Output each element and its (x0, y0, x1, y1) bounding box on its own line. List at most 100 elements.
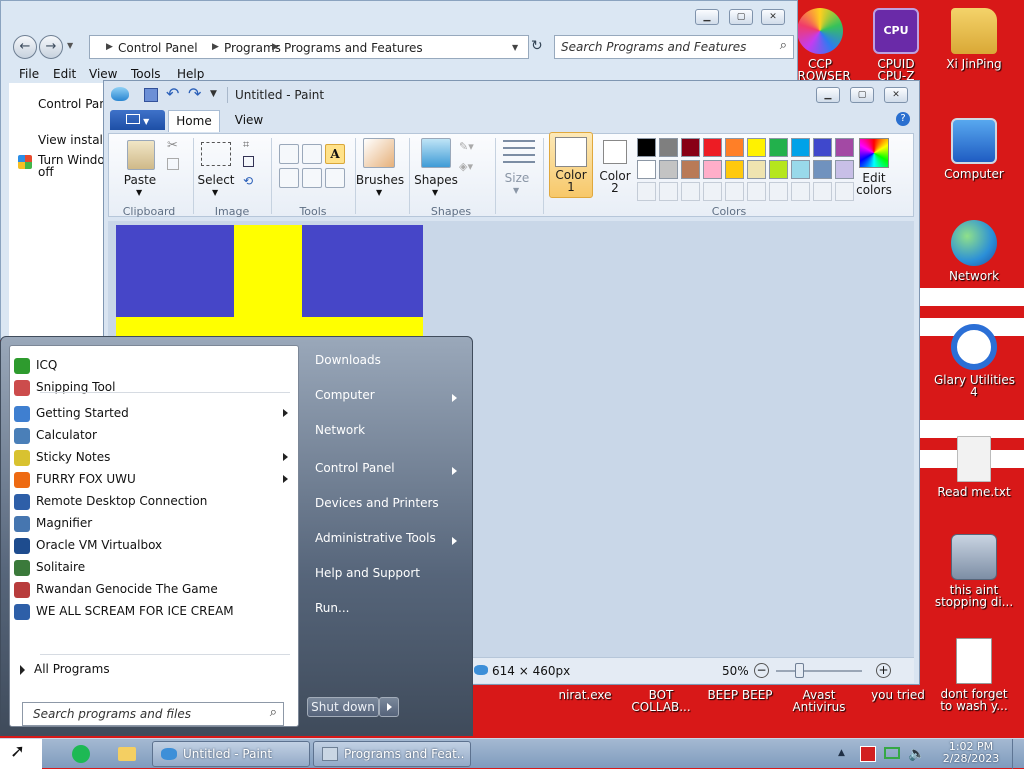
paint-app-icon[interactable] (111, 87, 129, 101)
action-center-flag-icon[interactable] (860, 746, 876, 762)
file-explorer-icon[interactable] (118, 747, 136, 761)
rotate-icon[interactable]: ⟲ (243, 174, 253, 188)
maximize-button[interactable]: ▢ (729, 9, 753, 25)
desktop-label-bot-collab[interactable]: BOT COLLAB... (619, 689, 703, 713)
network-icon[interactable] (884, 747, 900, 759)
custom-color-slot[interactable] (769, 182, 788, 201)
start-program-item[interactable]: FURRY FOX UWU (10, 468, 298, 490)
paste-button[interactable]: Paste (117, 174, 163, 186)
chevron-down-icon[interactable]: ▼ (136, 188, 142, 197)
chevron-right-icon[interactable] (283, 475, 288, 483)
chevron-down-icon[interactable]: ▼ (513, 186, 519, 195)
tab-view[interactable]: View (228, 110, 270, 132)
save-icon[interactable] (144, 88, 158, 102)
taskbar-button-paint[interactable]: Untitled - Paint (152, 741, 310, 767)
zoom-slider-thumb[interactable] (795, 663, 804, 678)
color-swatch[interactable] (725, 138, 744, 157)
color-swatch[interactable] (813, 160, 832, 179)
window-titlebar[interactable]: ▁ ▢ ✕ (1, 1, 797, 33)
color-swatch[interactable] (813, 138, 832, 157)
redo-icon[interactable]: ↷ (188, 84, 201, 103)
zoom-out-button[interactable]: − (754, 663, 769, 678)
start-place-item[interactable]: Administrative Tools (315, 531, 465, 555)
custom-color-slot[interactable] (703, 182, 722, 201)
zoom-in-button[interactable]: + (876, 663, 891, 678)
start-program-item[interactable]: Magnifier (10, 512, 298, 534)
chevron-right-icon[interactable] (452, 537, 457, 545)
color-swatch[interactable] (769, 160, 788, 179)
start-program-item[interactable]: WE ALL SCREAM FOR ICE CREAM (10, 600, 298, 622)
crop-icon[interactable]: ⌗ (243, 138, 249, 152)
zoom-slider-track[interactable] (776, 670, 862, 672)
start-program-item[interactable]: ICQ (10, 354, 298, 376)
color-swatch[interactable] (703, 138, 722, 157)
color-swatch[interactable] (791, 138, 810, 157)
breadcrumb-programs-and-features[interactable]: Programs and Features (284, 41, 423, 55)
start-program-item[interactable]: Sticky Notes (10, 446, 298, 468)
edit-colors-icon[interactable] (859, 138, 889, 168)
shapes-button[interactable]: Shapes (411, 174, 461, 186)
start-place-item[interactable]: Downloads (315, 353, 465, 377)
close-button[interactable]: ✕ (884, 87, 908, 103)
start-place-item[interactable]: Devices and Printers (315, 496, 465, 520)
color-swatch[interactable] (769, 138, 788, 157)
copy-icon[interactable] (167, 158, 179, 170)
menu-file[interactable]: File (19, 67, 39, 81)
shut-down-options-button[interactable] (379, 697, 399, 717)
search-icon[interactable]: ⌕ (780, 38, 787, 53)
quick-access-dropdown-icon[interactable]: ▼ (210, 89, 217, 99)
desktop-icon-cpuz[interactable]: CPU CPUID CPU-Z (856, 8, 936, 82)
color-swatch[interactable] (637, 138, 656, 157)
desktop-label-avast[interactable]: Avast Antivirus (777, 689, 861, 713)
select-icon[interactable] (201, 142, 231, 166)
shapes-icon[interactable] (421, 138, 451, 168)
help-icon[interactable]: ? (896, 112, 910, 126)
search-programs-input[interactable]: Search Programs and Features ⌕ (554, 35, 794, 59)
minimize-button[interactable]: ▁ (695, 9, 719, 25)
size-button[interactable]: Size (495, 172, 539, 184)
color-swatch[interactable] (681, 160, 700, 179)
line-size-icon[interactable] (503, 140, 535, 166)
start-program-item[interactable]: Solitaire (10, 556, 298, 578)
desktop-icon-this-aint-stopping[interactable]: this aint stopping di... (934, 534, 1014, 608)
chevron-right-icon[interactable] (452, 467, 457, 475)
desktop-icon-network[interactable]: Network (934, 220, 1014, 282)
chevron-right-icon[interactable] (283, 453, 288, 461)
desktop-icon-glary-utilities[interactable]: Glary Utilities 4 (934, 324, 1015, 398)
start-place-item[interactable]: Control Panel (315, 461, 465, 485)
desktop-label-nirat[interactable]: nirat.exe (543, 689, 627, 701)
desktop-icon-computer[interactable]: Computer (934, 118, 1014, 180)
desktop-label-beep-beep[interactable]: BEEP BEEP (698, 689, 782, 701)
address-dropdown-icon[interactable]: ▼ (512, 43, 518, 52)
custom-color-slot[interactable] (681, 182, 700, 201)
resize-icon[interactable] (243, 156, 254, 167)
start-place-item[interactable]: Run... (315, 601, 465, 625)
forward-arrow-icon[interactable]: → (39, 35, 63, 59)
maximize-button[interactable]: ▢ (850, 87, 874, 103)
tab-home[interactable]: Home (168, 110, 220, 132)
spotify-icon[interactable] (72, 745, 90, 763)
custom-color-slot[interactable] (637, 182, 656, 201)
start-place-item[interactable]: Network (315, 423, 465, 447)
refresh-icon[interactable]: ↻ (531, 38, 543, 54)
sidebar-turn-windows-features-off[interactable]: off (38, 165, 54, 179)
chevron-right-icon[interactable] (452, 394, 457, 402)
start-program-item[interactable]: Getting Started (10, 402, 298, 424)
address-bar[interactable]: ▶ Control Panel ▶ Programs ▶ Programs an… (89, 35, 529, 59)
color-swatch[interactable] (747, 160, 766, 179)
breadcrumb-control-panel[interactable]: Control Panel (118, 41, 198, 55)
color-swatch[interactable] (725, 160, 744, 179)
pencil-icon[interactable] (279, 144, 299, 164)
menu-tools[interactable]: Tools (131, 67, 161, 81)
all-programs-button[interactable]: All Programs (10, 658, 298, 680)
chevron-down-icon[interactable]: ▼ (212, 188, 218, 197)
color-swatch[interactable] (747, 138, 766, 157)
shut-down-button[interactable]: Shut down (307, 697, 379, 717)
color-swatch[interactable] (703, 160, 722, 179)
color-swatch[interactable] (659, 138, 678, 157)
desktop-label-you-tried[interactable]: you tried (856, 689, 940, 701)
start-button[interactable]: ➚ (0, 739, 42, 769)
minimize-button[interactable]: ▁ (816, 87, 840, 103)
color-swatch[interactable] (659, 160, 678, 179)
taskbar-button-programs-and-features[interactable]: Programs and Feat... (313, 741, 471, 767)
